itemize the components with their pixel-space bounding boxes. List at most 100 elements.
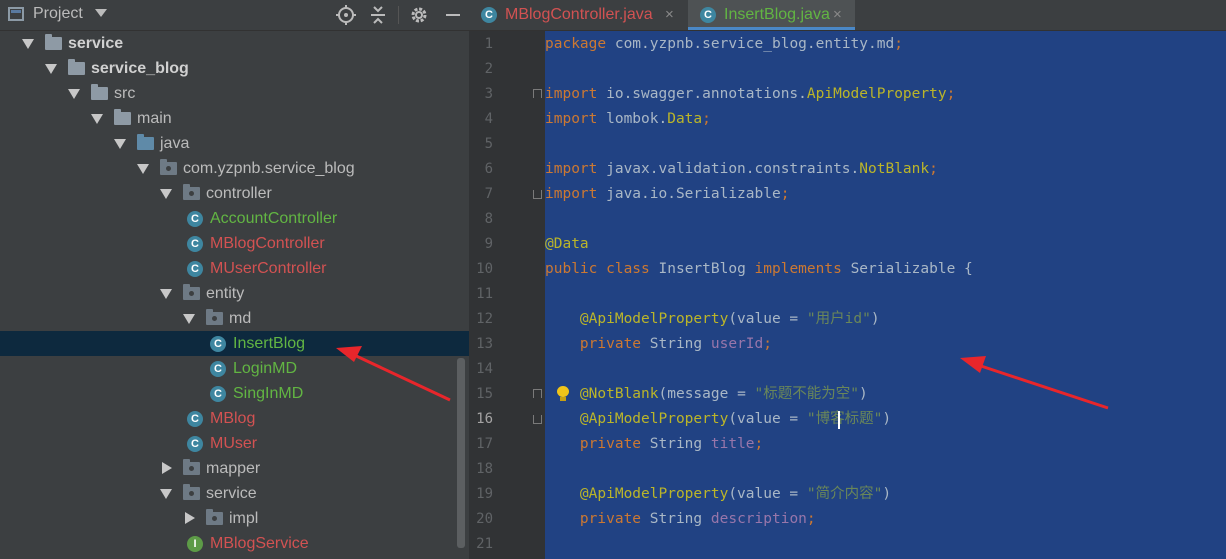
tree-item-label: java: [160, 135, 190, 152]
code-line[interactable]: @ApiModelProperty(value = "简介内容"): [545, 482, 891, 507]
close-icon[interactable]: ×: [833, 0, 842, 30]
expand-arrow-icon[interactable]: [22, 39, 34, 49]
code-line[interactable]: @ApiModelProperty(value = "用户id"): [545, 307, 880, 332]
line-number: 17: [476, 436, 493, 452]
class-icon: C: [210, 336, 226, 352]
code-line[interactable]: package com.yzpnb.service_blog.entity.md…: [545, 32, 903, 57]
code-line[interactable]: import io.swagger.annotations.ApiModelPr…: [545, 82, 955, 107]
tree-item-label: main: [137, 110, 172, 127]
collapse-all-icon[interactable]: [367, 4, 389, 26]
tree-item-mapper[interactable]: mapper: [0, 456, 469, 481]
line-number: 21: [476, 536, 493, 552]
code-line[interactable]: import javax.validation.constraints.NotB…: [545, 157, 938, 182]
class-icon: C: [210, 386, 226, 402]
expand-arrow-icon[interactable]: [45, 64, 57, 74]
fold-marker-icon[interactable]: [533, 190, 542, 199]
tree-item-mblog[interactable]: C MBlog: [0, 406, 469, 431]
code-line[interactable]: public class InsertBlog implements Seria…: [545, 257, 973, 282]
tree-item-src[interactable]: src: [0, 81, 469, 106]
tree-item-musercontroller[interactable]: C MUserController: [0, 256, 469, 281]
gear-icon[interactable]: [408, 4, 430, 26]
tab-insertblog-java[interactable]: C InsertBlog.java ×: [688, 0, 855, 30]
editor-tabs: C MBlogController.java × C InsertBlog.java ×: [469, 0, 1226, 31]
class-icon: C: [187, 211, 203, 227]
tree-item-label: MBlogController: [210, 235, 325, 252]
tree-item-service[interactable]: service: [0, 31, 469, 56]
line-number: 20: [476, 511, 493, 527]
tree-item-label: MBlog: [210, 410, 256, 427]
fold-marker-icon[interactable]: [533, 89, 542, 98]
text-caret: [838, 411, 840, 429]
tree-item-java[interactable]: java: [0, 131, 469, 156]
package-icon: [183, 284, 200, 300]
tree-item-entity[interactable]: entity: [0, 281, 469, 306]
tree-scrollbar[interactable]: [457, 358, 465, 548]
tab-mblogcontroller-java[interactable]: C MBlogController.java ×: [469, 0, 687, 30]
locate-target-icon[interactable]: [335, 4, 357, 26]
tree-item-main[interactable]: main: [0, 106, 469, 131]
line-number: 12: [476, 311, 493, 327]
tree-item-label: src: [114, 85, 136, 102]
line-number: 7: [484, 186, 493, 202]
expand-arrow-icon[interactable]: [160, 289, 172, 299]
tree-item-label: AccountController: [210, 210, 338, 227]
tree-item-label: service_blog: [91, 60, 189, 77]
package-icon: [206, 309, 223, 325]
project-panel-title[interactable]: Project: [33, 5, 83, 23]
lightbulb-icon[interactable]: [556, 386, 570, 401]
tree-item-md[interactable]: md: [0, 306, 469, 331]
tree-item-label: entity: [206, 285, 245, 302]
chevron-down-icon[interactable]: [95, 9, 107, 17]
tree-item-loginmd[interactable]: C LoginMD: [0, 356, 469, 381]
collapse-arrow-icon[interactable]: [162, 462, 172, 474]
code-line[interactable]: private String title;: [545, 432, 763, 457]
minimize-icon[interactable]: [442, 4, 464, 26]
expand-arrow-icon[interactable]: [160, 489, 172, 499]
tree-item-controller[interactable]: controller: [0, 181, 469, 206]
folder-icon: [114, 109, 131, 125]
expand-arrow-icon[interactable]: [183, 314, 195, 324]
expand-arrow-icon[interactable]: [91, 114, 103, 124]
code-line[interactable]: @NotBlank(message = "标题不能为空"): [545, 382, 868, 407]
expand-arrow-icon[interactable]: [137, 164, 149, 174]
fold-marker-icon[interactable]: [533, 415, 542, 424]
line-number: 3: [484, 86, 493, 102]
code-line[interactable]: private String userId;: [545, 332, 772, 357]
folder-icon: [91, 84, 108, 100]
line-number: 1: [484, 36, 493, 52]
package-icon: [206, 509, 223, 525]
expand-arrow-icon[interactable]: [68, 89, 80, 99]
tree-item-mblogservice[interactable]: I MBlogService: [0, 531, 469, 556]
close-icon[interactable]: ×: [665, 0, 674, 30]
tree-item-service-blog[interactable]: service_blog: [0, 56, 469, 81]
project-window-icon[interactable]: [8, 7, 24, 21]
expand-arrow-icon[interactable]: [114, 139, 126, 149]
tree-item-label: service: [206, 485, 257, 502]
code-line[interactable]: import java.io.Serializable;: [545, 182, 789, 207]
tree-item-singinmd[interactable]: C SingInMD: [0, 381, 469, 406]
class-icon: C: [210, 361, 226, 377]
tree-item-accountcontroller[interactable]: C AccountController: [0, 206, 469, 231]
collapse-arrow-icon[interactable]: [185, 512, 195, 524]
tree-item-muser[interactable]: C MUser: [0, 431, 469, 456]
line-number: 9: [484, 236, 493, 252]
code-line[interactable]: private String description;: [545, 507, 816, 532]
package-icon: [183, 484, 200, 500]
toolbar-divider: [398, 6, 399, 24]
code-line[interactable]: @Data: [545, 232, 589, 257]
line-number: 8: [484, 211, 493, 227]
tree-item-mblogcontroller[interactable]: C MBlogController: [0, 231, 469, 256]
tree-item-service[interactable]: service: [0, 481, 469, 506]
tree-item-label: InsertBlog: [233, 335, 306, 352]
line-number: 10: [476, 261, 493, 277]
tree-item-insertblog[interactable]: C InsertBlog: [0, 331, 469, 356]
code-line[interactable]: import lombok.Data;: [545, 107, 711, 132]
class-icon: C: [481, 7, 497, 23]
interface-icon: I: [187, 536, 203, 552]
fold-marker-icon[interactable]: [533, 389, 542, 398]
line-number: 13: [476, 336, 493, 352]
tree-item-label: LoginMD: [233, 360, 298, 377]
tree-item-com-yzpnb-service-blog[interactable]: com.yzpnb.service_blog: [0, 156, 469, 181]
tree-item-impl[interactable]: impl: [0, 506, 469, 531]
expand-arrow-icon[interactable]: [160, 189, 172, 199]
